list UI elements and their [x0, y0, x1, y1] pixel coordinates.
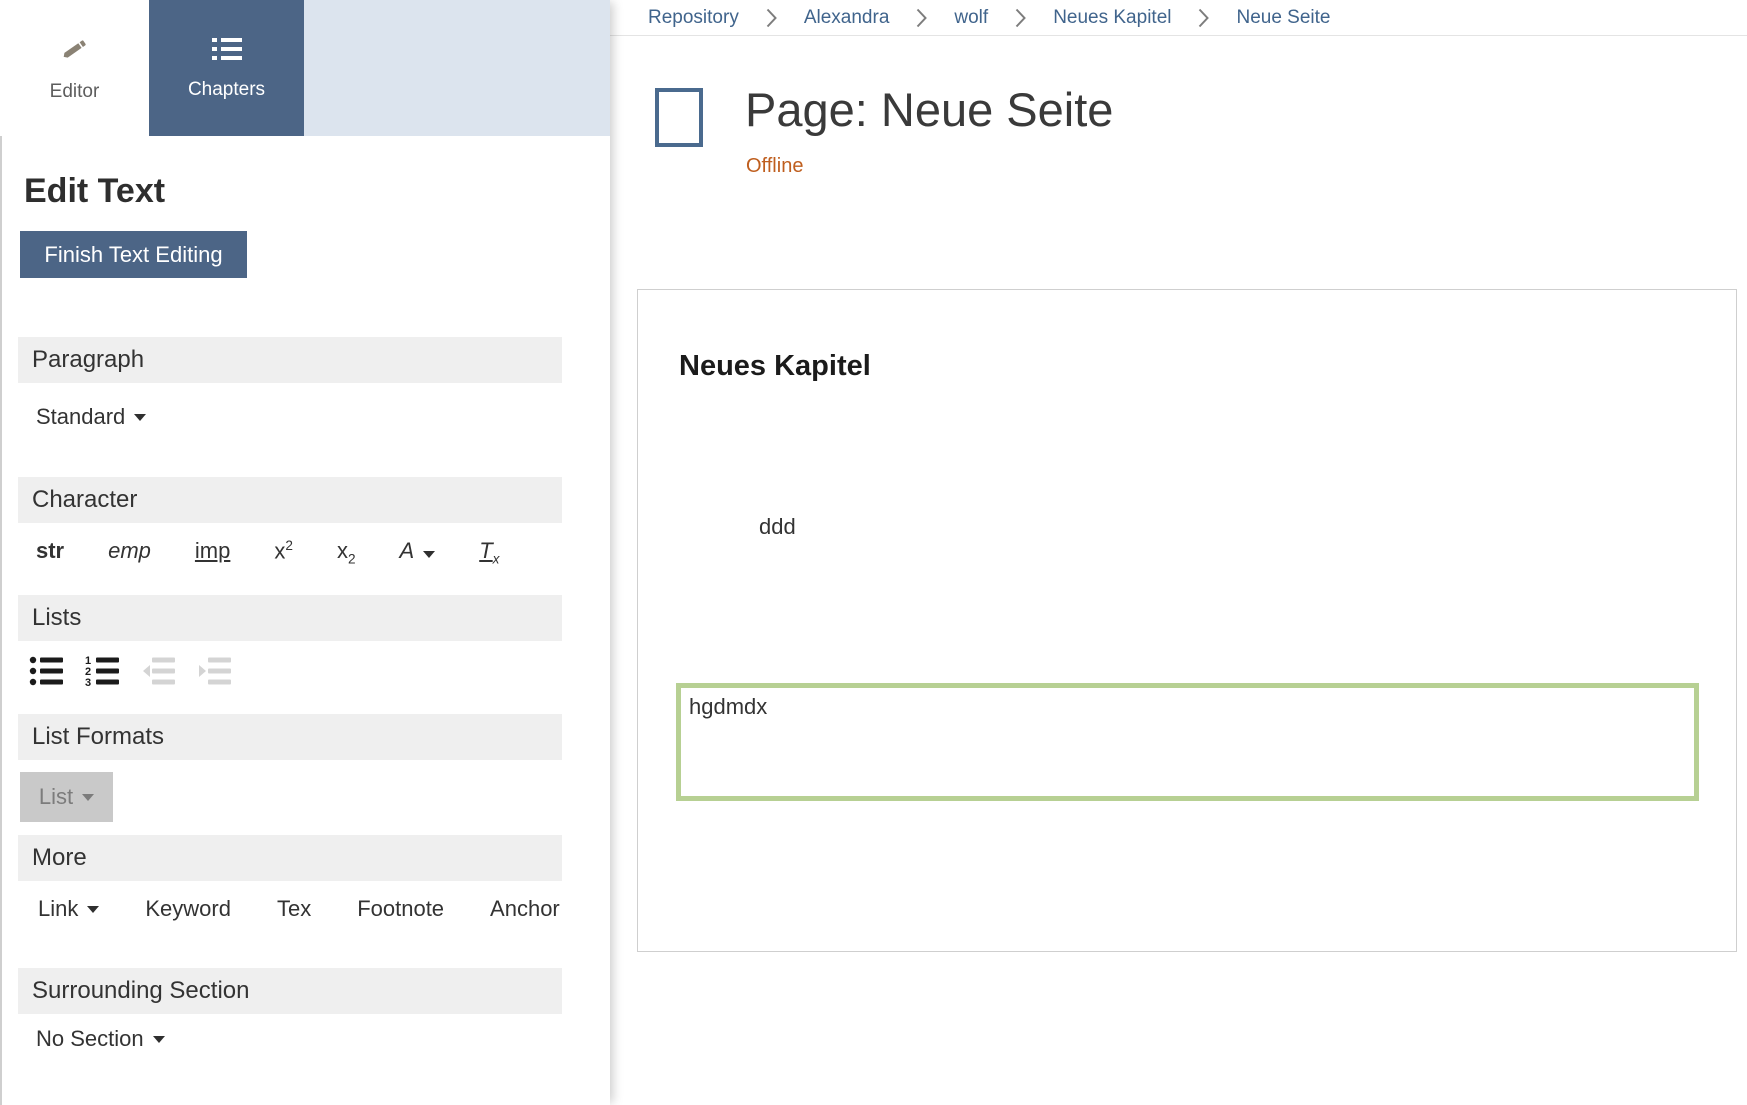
surrounding-section-header: Surrounding Section — [18, 968, 562, 1014]
numbered-list-icon: 1 2 3 — [85, 655, 121, 690]
breadcrumb-separator-icon — [1014, 7, 1027, 29]
surrounding-section-dropdown-label: No Section — [36, 1026, 144, 1052]
active-text-editbox-value: hgdmdx — [689, 694, 767, 719]
bullet-list-icon — [29, 655, 65, 690]
breadcrumb-item-alexandra[interactable]: Alexandra — [804, 7, 890, 29]
paragraph-block[interactable]: ddd — [759, 514, 796, 540]
panel-title: Edit Text — [24, 172, 165, 211]
character-section-header: Character — [18, 477, 562, 523]
caret-down-icon — [87, 906, 99, 913]
page-icon — [655, 88, 703, 147]
tab-editor[interactable]: Editor — [0, 0, 149, 136]
clear-format-button[interactable]: Tx — [479, 538, 499, 566]
pencil-icon — [62, 34, 88, 69]
caret-down-icon — [82, 794, 94, 801]
panel-left-edge — [0, 136, 2, 1105]
character-toolbar: str emp imp x2 x2 A Tx — [36, 538, 499, 567]
breadcrumb-separator-icon — [915, 7, 928, 29]
list-format-dropdown[interactable]: List — [20, 772, 113, 822]
breadcrumb-item-wolf[interactable]: wolf — [954, 7, 988, 29]
lists-toolbar: 1 2 3 — [27, 653, 235, 691]
panel-tab-bar: Editor Chapters — [0, 0, 610, 136]
indent-button[interactable] — [195, 653, 235, 691]
tab-chapters-label: Chapters — [188, 79, 265, 101]
chapter-heading[interactable]: Neues Kapitel — [679, 350, 871, 383]
page-title: Page: Neue Seite — [745, 82, 1113, 137]
outdent-button[interactable] — [139, 653, 179, 691]
outdent-icon — [141, 655, 177, 690]
font-color-dropdown[interactable]: A — [400, 538, 436, 564]
numbered-list-button[interactable]: 1 2 3 — [83, 653, 123, 691]
caret-down-icon — [134, 414, 146, 421]
lists-section-header: Lists — [18, 595, 562, 641]
breadcrumb-item-neues-kapitel[interactable]: Neues Kapitel — [1053, 7, 1171, 29]
breadcrumb-separator-icon — [765, 7, 778, 29]
more-toolbar: Link Keyword Tex Footnote Anchor — [38, 896, 560, 922]
footnote-button[interactable]: Footnote — [357, 896, 444, 922]
tex-button[interactable]: Tex — [277, 896, 311, 922]
more-section-header: More — [18, 835, 562, 881]
list-format-dropdown-label: List — [39, 784, 73, 810]
active-text-editbox[interactable]: hgdmdx — [676, 683, 1699, 801]
breadcrumb: Repository Alexandra wolf Neues Kapitel … — [610, 0, 1747, 36]
breadcrumb-item-repository[interactable]: Repository — [648, 7, 739, 29]
tab-editor-label: Editor — [50, 81, 100, 103]
chapters-list-icon — [211, 36, 243, 67]
link-dropdown[interactable]: Link — [38, 896, 99, 922]
indent-icon — [197, 655, 233, 690]
bullet-list-button[interactable] — [27, 653, 67, 691]
paragraph-style-dropdown-label: Standard — [36, 404, 125, 430]
breadcrumb-item-neue-seite[interactable]: Neue Seite — [1236, 7, 1330, 29]
breadcrumb-separator-icon — [1197, 7, 1210, 29]
caret-down-icon — [153, 1036, 165, 1043]
list-formats-section-header: List Formats — [18, 714, 562, 760]
caret-down-icon — [423, 551, 435, 558]
important-button[interactable]: imp — [195, 538, 230, 564]
anchor-button[interactable]: Anchor — [490, 896, 560, 922]
main-content-area: Repository Alexandra wolf Neues Kapitel … — [610, 0, 1747, 1105]
paragraph-section-header: Paragraph — [18, 337, 562, 383]
paragraph-style-dropdown[interactable]: Standard — [36, 404, 146, 430]
tab-chapters[interactable]: Chapters — [149, 0, 304, 136]
subscript-button[interactable]: x2 — [337, 538, 356, 566]
strong-button[interactable]: str — [36, 538, 64, 564]
superscript-button[interactable]: x2 — [274, 538, 293, 564]
finish-text-editing-button[interactable]: Finish Text Editing — [20, 231, 247, 278]
offline-status-badge: Offline — [746, 155, 803, 178]
svg-text:3: 3 — [85, 677, 91, 687]
keyword-button[interactable]: Keyword — [145, 896, 231, 922]
page-editor-surface: Neues Kapitel ddd hgdmdx — [637, 289, 1737, 952]
surrounding-section-dropdown[interactable]: No Section — [36, 1026, 165, 1052]
emphasis-button[interactable]: emp — [108, 538, 151, 564]
editor-side-panel: Editor Chapters Edit Text Finish Text Ed… — [0, 0, 610, 1105]
